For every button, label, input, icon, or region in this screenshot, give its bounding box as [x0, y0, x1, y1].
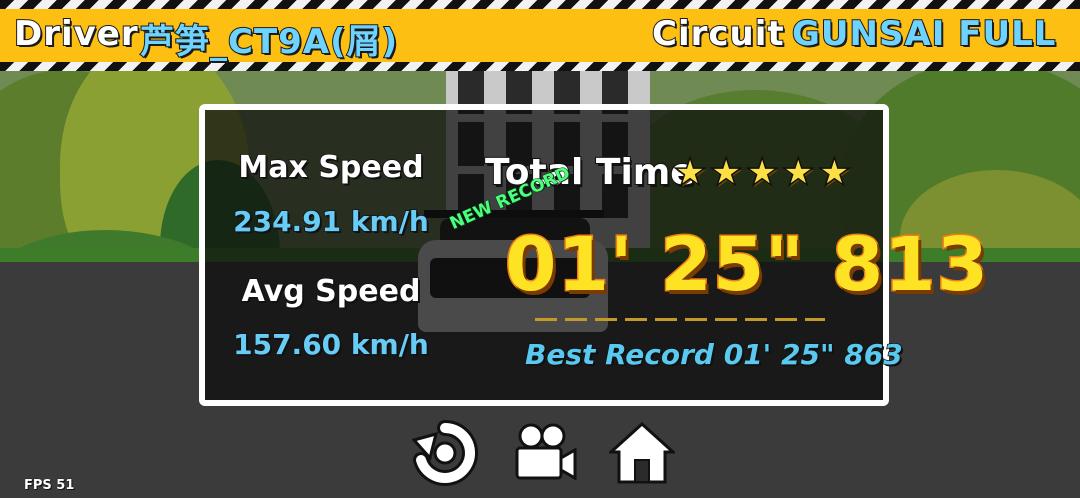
best-record: Best Record 01' 25" 863: [524, 337, 903, 372]
star-icon: ★: [780, 149, 816, 195]
checker-stripe-top: [0, 0, 1080, 9]
restart-icon: [411, 420, 478, 486]
replay-camera-icon: [515, 423, 577, 481]
driver-name: 芦笋_CT9A(屑): [139, 21, 399, 63]
restart-button[interactable]: [411, 420, 478, 486]
home-icon: [607, 421, 677, 484]
fps-counter: FPS 51: [24, 478, 75, 494]
checker-stripe-bottom: [0, 62, 1080, 71]
top-banner: Driver 芦笋_CT9A(屑) Circuit GUNSAI FULL: [0, 0, 1080, 72]
star-icon: ★: [817, 149, 853, 195]
driver-label: Driver: [13, 13, 139, 55]
max-speed-value: 234.91 km/h: [232, 204, 429, 239]
divider-dashed: [535, 318, 825, 321]
home-button[interactable]: [607, 420, 677, 486]
star-icon: ★: [744, 149, 780, 195]
star-rating: ★ ★ ★ ★ ★: [672, 149, 853, 195]
race-result-panel: Max Speed 234.91 km/h Avg Speed 157.60 k…: [199, 104, 990, 406]
replay-button[interactable]: [513, 420, 579, 486]
circuit-label: Circuit: [651, 13, 785, 55]
star-icon: ★: [672, 149, 708, 195]
total-time-value: 01' 25" 813: [503, 221, 990, 310]
avg-speed-value: 157.60 km/h: [232, 327, 429, 362]
circuit-name: GUNSAI FULL: [791, 13, 1057, 55]
star-icon: ★: [708, 149, 744, 195]
avg-speed-label: Avg Speed: [241, 273, 421, 310]
max-speed-label: Max Speed: [238, 149, 425, 186]
